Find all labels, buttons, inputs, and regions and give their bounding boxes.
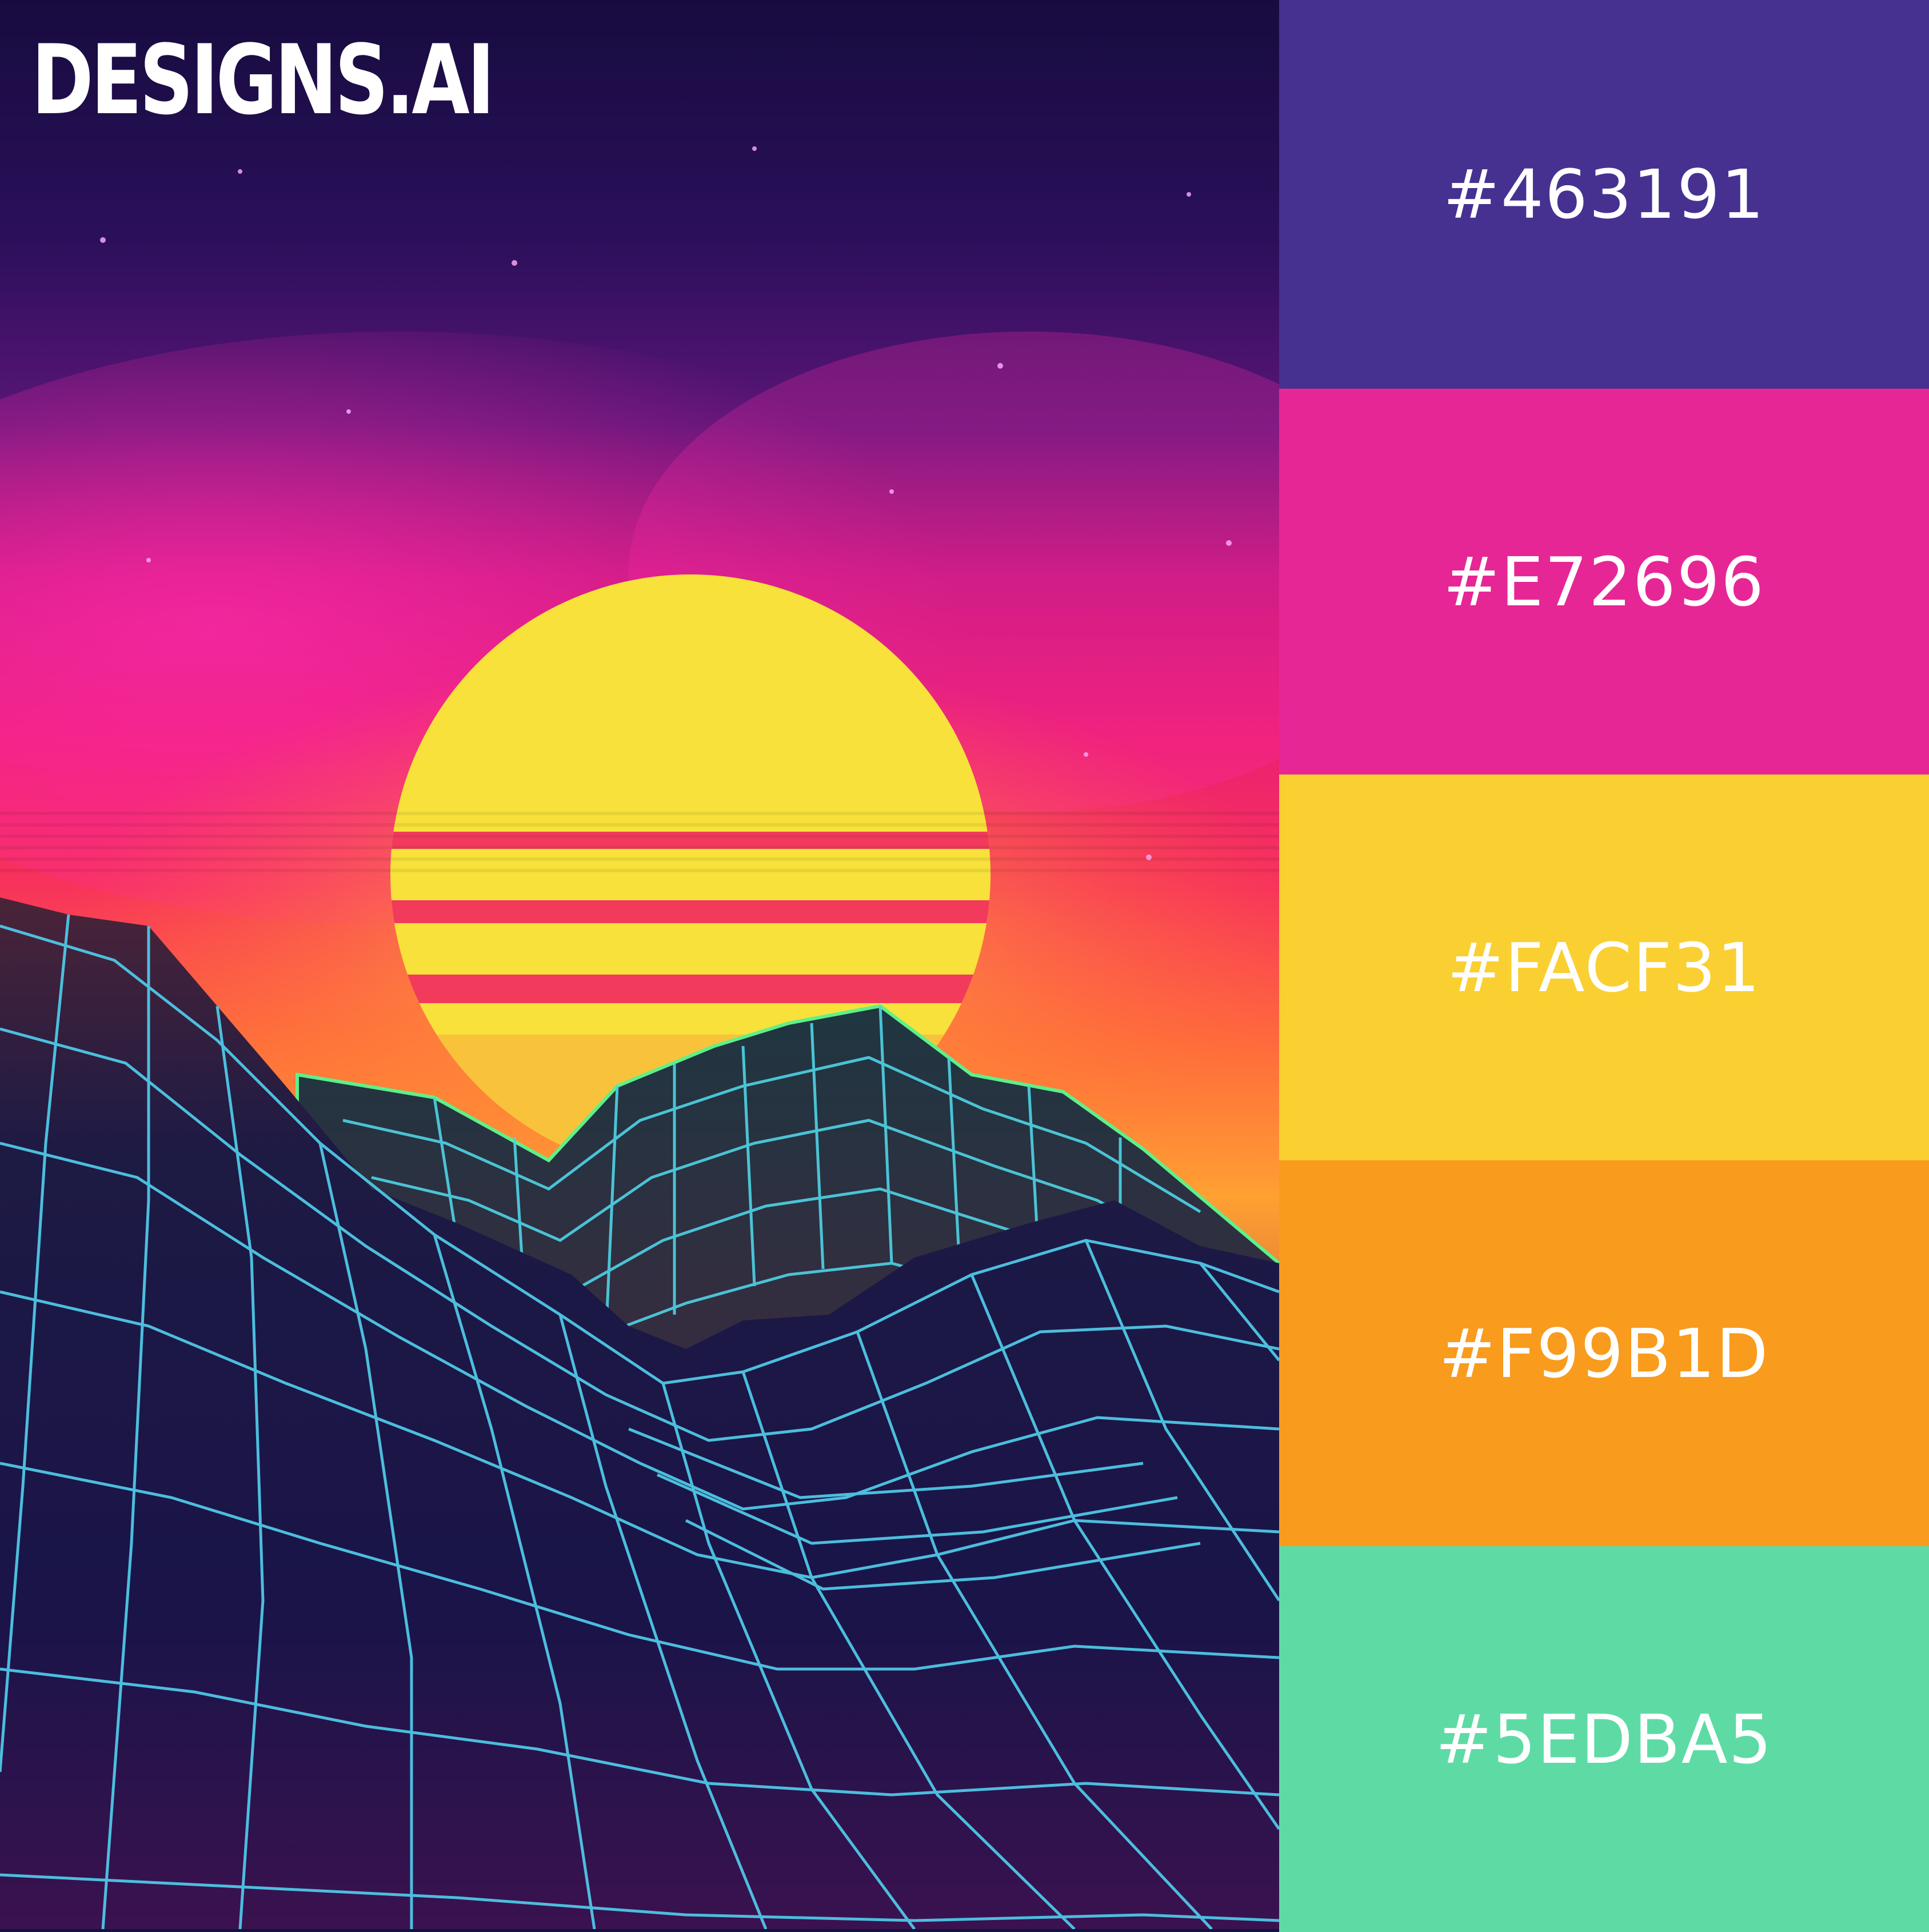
color-swatch[interactable]: #FACF31 [1279, 775, 1929, 1160]
synthwave-artwork: DESIGNS.AI [0, 0, 1279, 1929]
color-swatch[interactable]: #5EDBA5 [1279, 1546, 1929, 1932]
color-swatch[interactable]: #F99B1D [1279, 1160, 1929, 1546]
swatch-hex-label: #E72696 [1443, 542, 1765, 621]
logo-wordmark: DESIGNS.AI [31, 24, 495, 136]
swatch-hex-label: #5EDBA5 [1435, 1699, 1773, 1779]
brand-logo[interactable]: DESIGNS.AI [31, 24, 622, 136]
swatch-hex-label: #FACF31 [1447, 928, 1761, 1007]
palette-card: DESIGNS.AI #463191 #E72696 #FACF31 #F99B1D #… [0, 0, 1929, 1932]
swatch-hex-label: #463191 [1443, 155, 1766, 234]
swatch-hex-label: #F99B1D [1439, 1314, 1770, 1393]
color-palette: #463191 #E72696 #FACF31 #F99B1D #5EDBA5 [1279, 0, 1929, 1932]
color-swatch[interactable]: #E72696 [1279, 389, 1929, 775]
color-swatch[interactable]: #463191 [1279, 0, 1929, 389]
artwork-illustration [0, 0, 1279, 1929]
